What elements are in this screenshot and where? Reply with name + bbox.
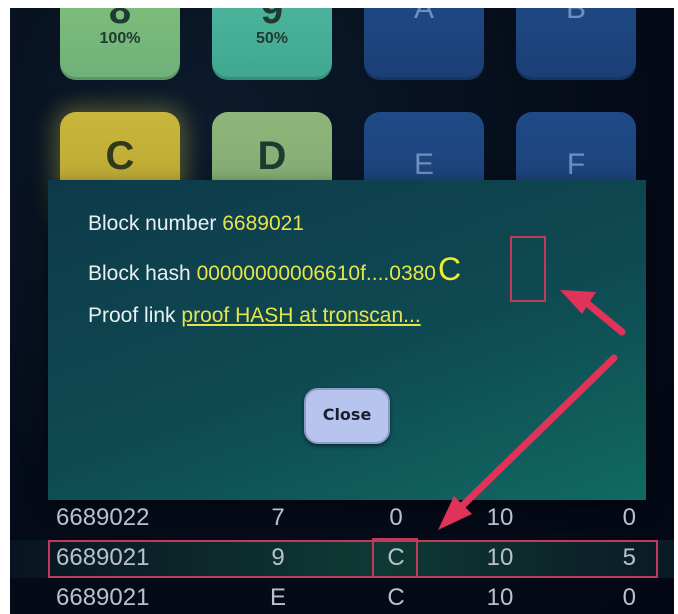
number-cell: 7 [271,504,285,531]
block-cell: 6689021 [56,584,150,611]
block-number-line: Block number 6689021 [88,212,304,236]
tile-symbol: F [566,148,586,181]
block-number-label: Block number [88,212,217,235]
proof-link-label: Proof link [88,304,176,327]
tile-percent: 100% [99,30,141,47]
block-number-value: 6689021 [222,212,304,235]
win-cell: 0 [622,504,636,531]
table-row: 6689021 E C 10 0 [10,580,674,614]
tile-symbol: E [413,148,434,181]
block-hash-label: Block hash [88,262,191,285]
win-cell: 0 [622,584,636,611]
block-proof-modal: Block number 6689021 Block hash 00000000… [48,180,646,500]
tile-symbol: D [257,134,287,178]
block-hash-value: 00000000006610f....0380 [196,262,436,285]
game-screen: 8 100% 9 50% A B C D E F Block number 66… [10,8,674,614]
hash-char-highlight-box [510,236,546,302]
proof-link[interactable]: proof HASH at tronscan... [181,304,420,327]
symbol-cell: C [387,584,405,611]
tile-symbol: B [565,8,586,25]
tile-symbol: 9 [260,8,284,32]
block-hash-line: Block hash 00000000006610f....0380C [88,251,463,287]
row-highlight-box [48,540,658,578]
close-button[interactable]: Close [304,388,390,444]
proof-link-line: Proof link proof HASH at tronscan... [88,304,421,328]
tile-symbol: C [105,134,135,178]
tile-b[interactable]: B [516,8,636,80]
number-cell: E [269,584,286,611]
symbol-cell: 0 [389,504,403,531]
tile-symbol: A [413,8,434,25]
bet-cell: 10 [486,584,514,611]
block-hash-last-char: C [437,251,462,287]
tile-percent: 50% [255,30,289,47]
bet-cell: 10 [486,504,514,531]
symbol-cell-highlight-box [372,538,418,578]
tile-8[interactable]: 8 100% [60,8,180,80]
table-row: 6689022 7 0 10 0 [10,500,674,538]
tile-symbol: 8 [108,8,132,32]
block-cell: 6689022 [56,504,150,531]
tile-9[interactable]: 9 50% [212,8,332,80]
tile-a[interactable]: A [364,8,484,80]
